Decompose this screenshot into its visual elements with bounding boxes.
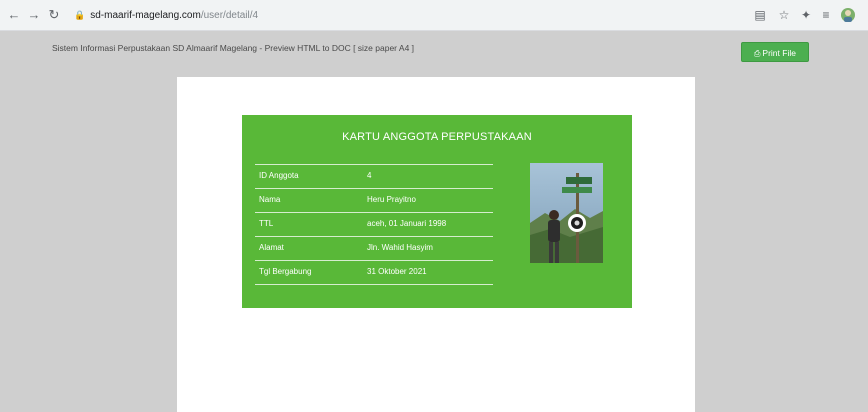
detail-row-name: Nama Heru Prayitno (255, 188, 493, 212)
print-file-button[interactable]: ⎙ Print File (741, 42, 809, 62)
detail-row-birth: TTL aceh, 01 Januari 1998 (255, 212, 493, 236)
bookmark-star-icon[interactable]: ☆ (776, 7, 792, 23)
detail-value: 31 Oktober 2021 (367, 267, 427, 276)
reading-list-icon[interactable]: ≡ (818, 7, 834, 23)
detail-value: Jln. Wahid Hasyim (367, 243, 433, 252)
browser-toolbar: ← → ↻ 🔒 sd-maarif-magelang.com/user/detai… (0, 0, 868, 31)
extensions-puzzle-icon[interactable]: ✦ (798, 7, 814, 23)
url-host: sd-maarif-magelang.com (90, 10, 201, 21)
membership-card: KARTU ANGGOTA PERPUSTAKAAN ID Anggota 4 … (242, 115, 632, 308)
detail-label: Nama (259, 195, 281, 204)
detail-label: Tgl Bergabung (259, 267, 312, 276)
row-divider (255, 284, 493, 285)
detail-row-address: Alamat Jln. Wahid Hasyim (255, 236, 493, 260)
detail-row-id: ID Anggota 4 (255, 164, 493, 188)
detail-label: ID Anggota (259, 171, 299, 180)
address-bar[interactable]: 🔒 sd-maarif-magelang.com/user/detail/4 (74, 6, 714, 24)
lock-icon: 🔒 (74, 10, 86, 20)
member-photo-image (530, 163, 603, 263)
translate-icon[interactable]: ▤ (752, 7, 768, 23)
member-photo (530, 163, 603, 263)
reload-icon[interactable]: ↻ (46, 7, 62, 23)
forward-arrow-icon[interactable]: → (26, 7, 42, 23)
print-file-label: Print File (762, 48, 796, 58)
detail-value: aceh, 01 Januari 1998 (367, 219, 447, 228)
back-arrow-icon[interactable]: ← (6, 7, 22, 23)
detail-value: Heru Prayitno (367, 195, 416, 204)
detail-label: TTL (259, 219, 274, 228)
member-details: ID Anggota 4 Nama Heru Prayitno TTL aceh… (255, 164, 493, 285)
detail-label: Alamat (259, 243, 284, 252)
printer-icon: ⎙ (754, 49, 761, 58)
detail-value: 4 (367, 171, 372, 180)
detail-row-joined: Tgl Bergabung 31 Oktober 2021 (255, 260, 493, 284)
url-path: /user/detail/4 (200, 10, 259, 21)
profile-avatar-icon[interactable] (840, 7, 856, 23)
card-title: KARTU ANGGOTA PERPUSTAKAAN (342, 131, 532, 143)
page-title: Sistem Informasi Perpustakaan SD Almaari… (52, 43, 415, 53)
